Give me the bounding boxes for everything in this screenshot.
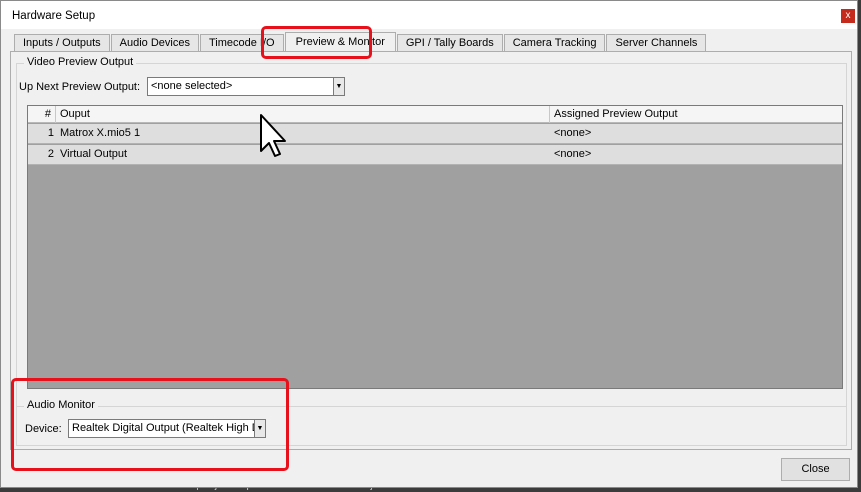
row-number: 1 — [47, 127, 54, 139]
tab-audio-devices[interactable]: Audio Devices — [110, 34, 199, 51]
table-row[interactable]: 1 Matrox X.mio5 1 <none> — [28, 124, 842, 144]
column-header-assigned[interactable]: Assigned Preview Output — [550, 106, 842, 123]
up-next-preview-select[interactable]: <none selected> ▼ — [147, 77, 345, 96]
tab-server-channels[interactable]: Server Channels — [606, 34, 707, 51]
video-preview-output-label: Video Preview Output — [24, 56, 137, 68]
table-header: # Ouput Assigned Preview Output — [28, 106, 842, 123]
chevron-down-icon[interactable]: ▼ — [333, 78, 344, 95]
row-output: Virtual Output — [60, 148, 128, 160]
tab-camera-tracking[interactable]: Camera Tracking — [503, 34, 606, 51]
highlight-box-preview-tab — [261, 26, 372, 59]
close-button[interactable]: Close — [781, 458, 850, 481]
row-number: 2 — [47, 148, 54, 160]
column-header-output[interactable]: Ouput — [56, 106, 550, 123]
window-title: Hardware Setup — [12, 10, 96, 22]
row-assigned[interactable]: <none> — [554, 145, 591, 165]
tab-gpi-tally-boards[interactable]: GPI / Tally Boards — [396, 34, 503, 51]
column-header-number[interactable]: # — [28, 106, 56, 123]
up-next-preview-value: <none selected> — [151, 80, 233, 92]
close-icon[interactable]: x — [841, 9, 855, 23]
mouse-cursor-icon — [260, 114, 286, 157]
up-next-label: Up Next Preview Output: — [19, 81, 141, 93]
title-bar: Hardware Setup x — [1, 1, 857, 29]
highlight-box-audio-monitor — [11, 378, 289, 471]
row-assigned[interactable]: <none> — [554, 124, 591, 144]
tab-inputs-outputs[interactable]: Inputs / Outputs — [14, 34, 110, 51]
output-table: # Ouput Assigned Preview Output 1 Matrox… — [27, 105, 843, 389]
table-row[interactable]: 2 Virtual Output <none> — [28, 145, 842, 165]
row-output: Matrox X.mio5 1 — [60, 127, 141, 139]
